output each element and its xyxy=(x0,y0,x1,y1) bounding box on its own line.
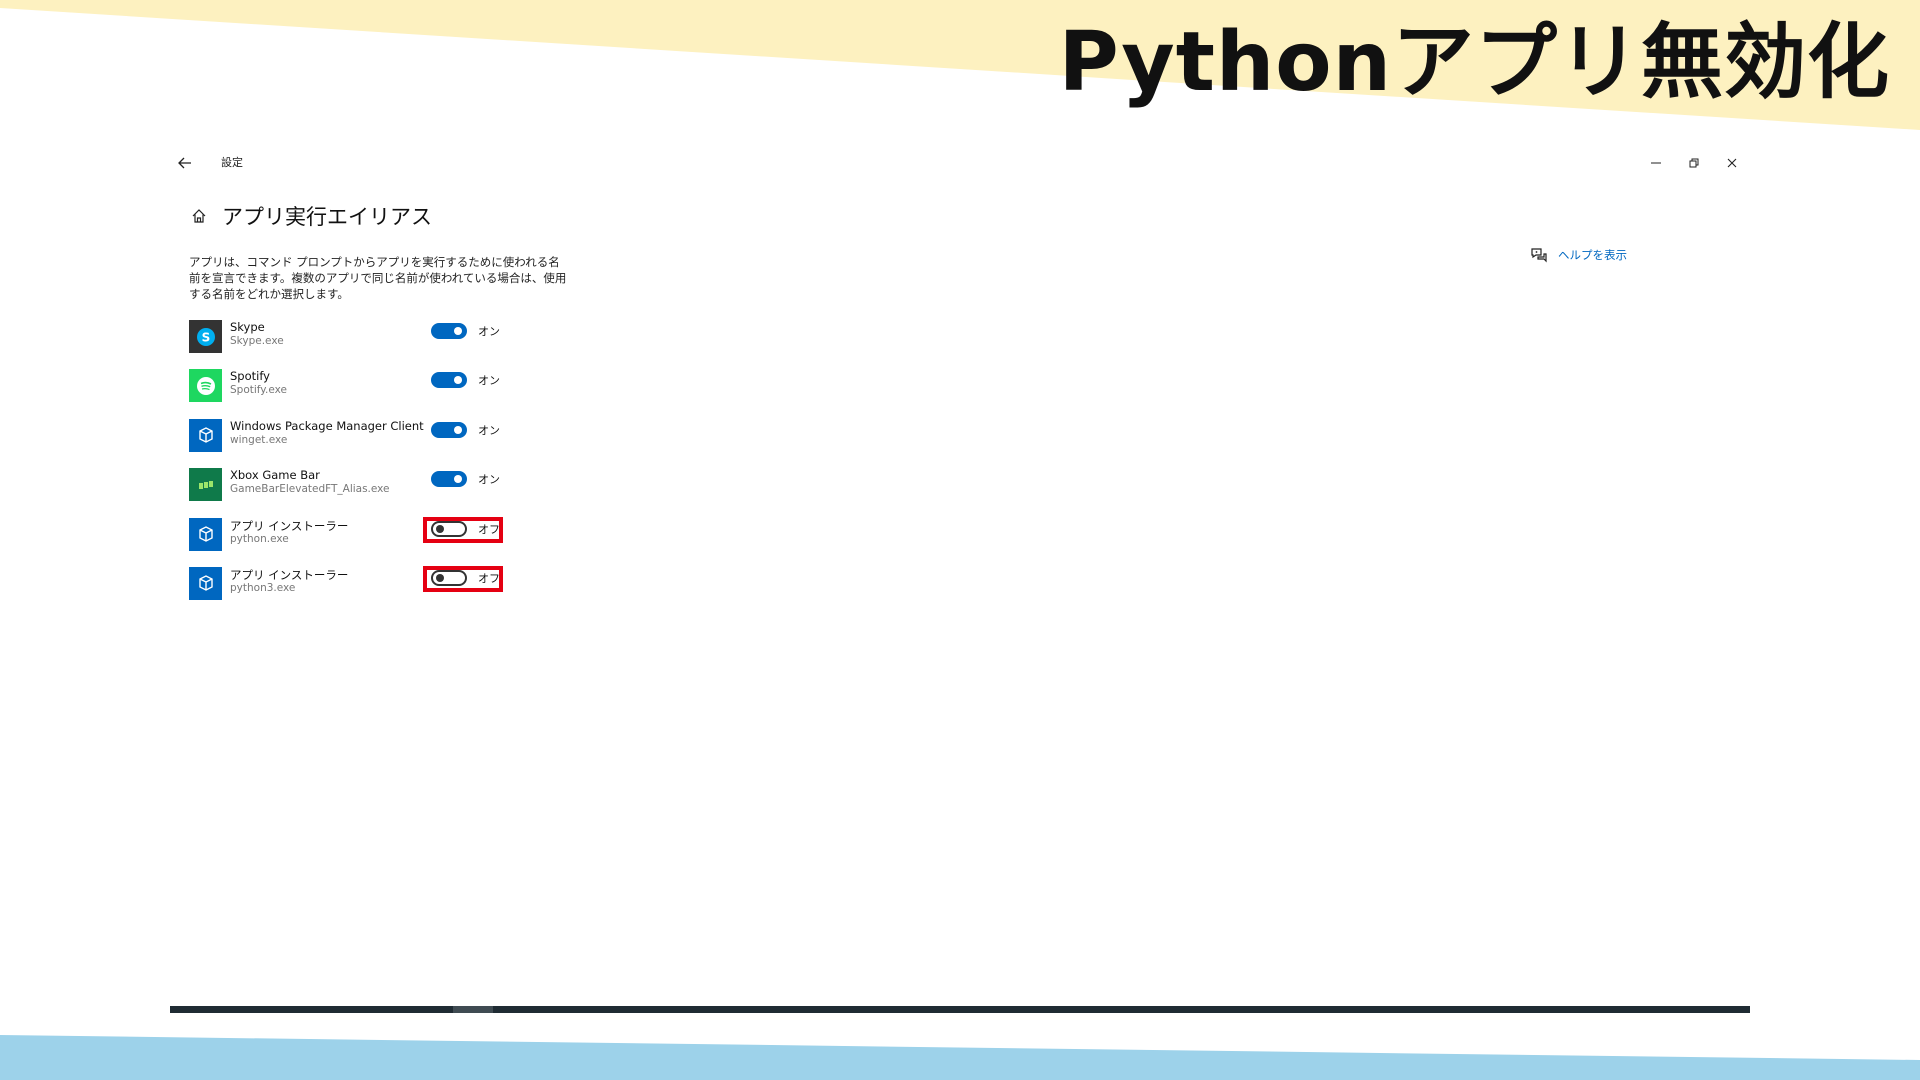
skype-icon: S xyxy=(189,320,222,353)
alias-row-skype: S Skype Skype.exe オン xyxy=(189,318,549,367)
restore-icon xyxy=(1689,158,1699,168)
restore-button[interactable] xyxy=(1676,148,1712,178)
taskbar-strip xyxy=(170,1006,1750,1013)
page-header: アプリ実行エイリアス xyxy=(188,196,432,236)
page-title: アプリ実行エイリアス xyxy=(222,205,432,229)
app-exe: GameBarElevatedFT_Alias.exe xyxy=(230,483,390,496)
toggle-python[interactable]: オフ xyxy=(431,519,500,539)
help-link[interactable]: ヘルプを表示 xyxy=(1530,246,1627,264)
app-exe: Skype.exe xyxy=(230,335,284,347)
minimize-button[interactable] xyxy=(1638,148,1674,178)
help-label: ヘルプを表示 xyxy=(1558,248,1627,262)
toggle-skype[interactable]: オン xyxy=(431,321,500,341)
banner-title: Pythonアプリ無効化 xyxy=(1058,15,1890,110)
back-arrow-icon xyxy=(178,157,191,169)
toggle-switch[interactable] xyxy=(431,471,467,488)
package-icon xyxy=(189,566,222,600)
svg-text:S: S xyxy=(201,330,210,344)
app-name: アプリ インストーラー xyxy=(230,518,349,533)
help-chat-icon xyxy=(1531,248,1547,263)
toggle-state-label: オン xyxy=(478,374,500,388)
toggle-state-label: オフ xyxy=(478,571,500,585)
close-icon xyxy=(1727,158,1737,168)
xbox-game-bar-icon xyxy=(189,468,222,502)
package-icon xyxy=(189,418,222,452)
title-bar: 設定 xyxy=(170,140,1750,186)
back-button[interactable] xyxy=(170,148,200,178)
toggle-state-label: オン xyxy=(478,325,500,338)
window-title: 設定 xyxy=(221,156,243,169)
alias-row-xbox-game-bar: Xbox Game Bar GameBarElevatedFT_Alias.ex… xyxy=(189,466,549,515)
toggle-switch[interactable] xyxy=(431,323,467,339)
app-exe: winget.exe xyxy=(230,433,288,446)
app-name: Windows Package Manager Client xyxy=(230,418,424,433)
home-icon xyxy=(192,209,206,223)
spotify-icon xyxy=(189,369,222,403)
alias-row-python3: アプリ インストーラー python3.exe オフ xyxy=(189,565,549,614)
app-name: Spotify xyxy=(230,369,270,384)
taskbar-item[interactable] xyxy=(453,1006,493,1013)
toggle-state-label: オン xyxy=(478,423,500,437)
package-icon xyxy=(189,517,222,551)
app-name: Xbox Game Bar xyxy=(230,468,320,483)
alias-list: S Skype Skype.exe オン Spotify Spotify.exe xyxy=(189,318,549,614)
toggle-xbox-game-bar[interactable]: オン xyxy=(431,469,500,489)
toggle-switch[interactable] xyxy=(431,372,467,389)
toggle-spotify[interactable]: オン xyxy=(431,370,500,390)
app-exe: python3.exe xyxy=(230,581,296,594)
alias-row-python: アプリ インストーラー python.exe オフ xyxy=(189,516,549,565)
home-button[interactable] xyxy=(188,205,210,227)
alias-row-spotify: Spotify Spotify.exe オン xyxy=(189,367,549,416)
toggle-switch[interactable] xyxy=(431,569,467,586)
minimize-icon xyxy=(1651,162,1661,164)
close-button[interactable] xyxy=(1714,148,1750,178)
app-exe: Spotify.exe xyxy=(230,384,287,397)
toggle-state-label: オン xyxy=(478,473,500,487)
app-name: Skype xyxy=(230,320,265,334)
app-exe: python.exe xyxy=(230,532,289,545)
settings-window: 設定 アプリ実行エイリアス アプリは、コマンド プロンプトからアプリを実行するた… xyxy=(170,140,1750,1010)
toggle-winget[interactable]: オン xyxy=(431,420,500,440)
app-name: アプリ インストーラー xyxy=(230,567,349,582)
page-description: アプリは、コマンド プロンプトからアプリを実行するために使われる名前を宣言できま… xyxy=(189,255,567,301)
toggle-switch[interactable] xyxy=(431,520,467,537)
toggle-switch[interactable] xyxy=(431,421,467,438)
alias-row-winget: Windows Package Manager Client winget.ex… xyxy=(189,417,549,466)
toggle-state-label: オフ xyxy=(478,522,500,536)
toggle-python3[interactable]: オフ xyxy=(431,568,500,588)
